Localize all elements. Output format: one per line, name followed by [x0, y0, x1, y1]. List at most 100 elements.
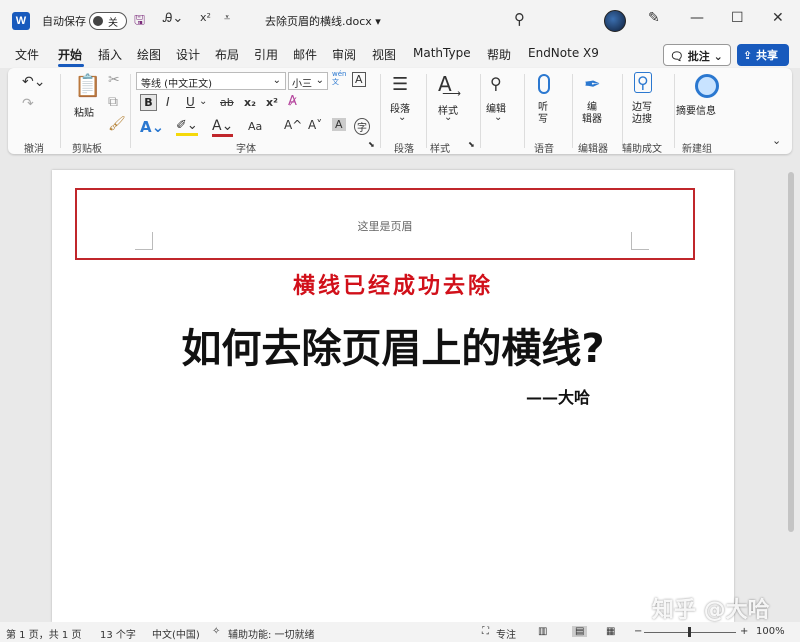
char-shading-button[interactable]: A [332, 118, 346, 131]
designer-pen-icon[interactable]: ✎ [648, 10, 660, 26]
superscript-button[interactable]: x² [266, 96, 278, 109]
scrollbar-thumb[interactable] [788, 172, 794, 532]
user-avatar[interactable] [604, 10, 626, 32]
tab-references[interactable]: 引用 [254, 46, 278, 63]
read-mode-icon[interactable]: ▥ [538, 626, 547, 637]
tab-draw[interactable]: 绘图 [137, 46, 161, 63]
word-app-icon: W [12, 12, 30, 30]
font-dialog-launcher-icon[interactable]: ⬊ [368, 140, 375, 149]
maximize-icon[interactable]: ☐ [731, 10, 744, 26]
undo-icon[interactable]: ↶⌄ [22, 74, 45, 90]
word-count[interactable]: 13 个字 [100, 626, 136, 641]
dictate-label[interactable]: 听 写 [538, 102, 548, 126]
tab-file[interactable]: 文件 [15, 46, 39, 63]
print-layout-icon[interactable]: ▤ [572, 626, 588, 637]
zoom-level[interactable]: 100% [756, 626, 785, 637]
format-painter-icon[interactable]: 🖌 [108, 116, 126, 132]
cut-icon[interactable]: ✂ [108, 72, 120, 88]
language-indicator[interactable]: 中文(中国) [152, 626, 200, 641]
minimize-icon[interactable]: — [690, 10, 704, 26]
text-effects-icon[interactable]: A⌄ [140, 118, 164, 136]
document-page[interactable]: 这里是页眉 横线已经成功去除 如何去除页眉上的横线? ——大哈 [52, 170, 734, 622]
tab-help[interactable]: 帮助 [487, 46, 511, 63]
zoom-in-icon[interactable]: + [740, 626, 748, 637]
summary-info-icon[interactable] [695, 74, 719, 98]
char-border-icon[interactable]: A [352, 72, 366, 87]
group-assist-label: 辅助成文 [622, 144, 662, 155]
close-icon[interactable]: ✕ [772, 10, 784, 26]
search-icon[interactable]: ⚲ [514, 10, 525, 28]
italic-button[interactable]: I [166, 95, 170, 109]
header-text: 这里是页眉 [357, 220, 413, 233]
paragraph-dropdown-icon[interactable]: ⌄ [398, 112, 406, 123]
shrink-font-button[interactable]: A˅ [308, 118, 322, 132]
tab-design[interactable]: 设计 [176, 46, 200, 63]
editor-icon[interactable]: ✒ [584, 72, 601, 96]
change-case-button[interactable]: Aa [248, 120, 262, 133]
strikethrough-button[interactable]: ab [220, 96, 234, 109]
font-size-select[interactable]: 小三 ⌄ [288, 72, 328, 90]
summary-info-label[interactable]: 摘要信息 [676, 102, 716, 117]
font-color-icon[interactable]: A⌄ [212, 118, 234, 137]
separator [622, 74, 623, 148]
document-title[interactable]: 去除页眉的横线.docx ▾ [265, 13, 381, 29]
copy-icon[interactable]: ⧉ [108, 94, 118, 110]
accessibility-status[interactable]: 辅助功能: 一切就绪 [228, 626, 315, 641]
clear-formatting-icon[interactable]: A̷ [288, 94, 297, 109]
web-layout-icon[interactable]: ▦ [606, 626, 615, 637]
font-size-value: 小三 [292, 79, 312, 90]
search-while-writing-label[interactable]: 边写 边搜 [632, 102, 652, 126]
tab-endnote[interactable]: EndNote X9 [528, 46, 599, 60]
tab-insert[interactable]: 插入 [98, 46, 122, 63]
format-painter-quick-icon[interactable]: Ꭿ⌄ [163, 11, 183, 26]
collapse-ribbon-icon[interactable]: ⌄ [772, 134, 781, 147]
search-while-writing-icon[interactable]: ⚲ [634, 72, 652, 93]
separator [674, 74, 675, 148]
underline-button[interactable]: U [186, 95, 195, 109]
separator [380, 74, 381, 148]
tab-review[interactable]: 审阅 [332, 46, 356, 63]
editor-label[interactable]: 编 辑器 [582, 102, 602, 126]
page-count[interactable]: 第 1 页，共 1 页 [6, 626, 81, 641]
focus-label[interactable]: 专注 [496, 626, 516, 641]
font-name-select[interactable]: 等线 (中文正文) ⌄ [136, 72, 286, 90]
styles-dropdown-icon[interactable]: ⌄ [444, 112, 452, 123]
save-icon[interactable]: 🖫 [134, 11, 145, 33]
styles-dialog-launcher-icon[interactable]: ⬊ [468, 140, 475, 149]
header-region[interactable]: 这里是页眉 [75, 188, 695, 260]
group-editor-label: 编辑器 [578, 144, 608, 155]
enclose-char-button[interactable]: 字 [354, 118, 370, 135]
editing-dropdown-icon[interactable]: ⌄ [494, 112, 502, 123]
share-button[interactable]: ⇪ 共享 [737, 44, 789, 66]
subscript-button[interactable]: x₂ [244, 96, 256, 109]
highlight-icon[interactable]: ✐⌄ [176, 118, 198, 136]
group-paragraph-label: 段落 [394, 144, 414, 155]
bold-button[interactable]: B [140, 94, 157, 111]
autosave-toggle[interactable]: 关 [89, 12, 127, 30]
vertical-scrollbar[interactable] [786, 160, 796, 622]
phonetic-guide-button[interactable]: wén 文 [332, 70, 346, 86]
tab-mathtype[interactable]: MathType [413, 46, 471, 60]
tab-view[interactable]: 视图 [372, 46, 396, 63]
customize-qat-icon[interactable]: ⩡ [224, 11, 230, 25]
superscript-quick-icon[interactable]: x² [200, 11, 211, 24]
grow-font-button[interactable]: A^ [284, 118, 302, 132]
tab-layout[interactable]: 布局 [215, 46, 239, 63]
tab-mailings[interactable]: 邮件 [293, 46, 317, 63]
group-clipboard-label: 剪贴板 [72, 144, 102, 155]
paste-icon[interactable]: 📋 [74, 74, 101, 99]
zoom-out-icon[interactable]: − [634, 626, 642, 637]
find-icon[interactable]: ⚲ [490, 74, 502, 93]
dictate-icon[interactable] [538, 74, 550, 94]
redo-icon[interactable]: ↷ [22, 96, 34, 112]
styles-icon[interactable]: A͢ [438, 72, 452, 96]
tab-home[interactable]: 开始 [58, 46, 82, 63]
accessibility-icon[interactable]: ✧ [212, 626, 220, 637]
zoom-slider-thumb[interactable] [688, 627, 691, 637]
focus-icon[interactable]: ⛶ [482, 626, 489, 637]
paragraph-icon[interactable]: ☰ [392, 74, 408, 95]
comments-button[interactable]: 🗨 批注 ⌄ [663, 44, 731, 66]
paste-label[interactable]: 粘贴 [74, 104, 94, 119]
group-styles-label: 样式 [430, 144, 450, 155]
underline-dropdown-icon[interactable]: ⌄ [199, 96, 207, 107]
